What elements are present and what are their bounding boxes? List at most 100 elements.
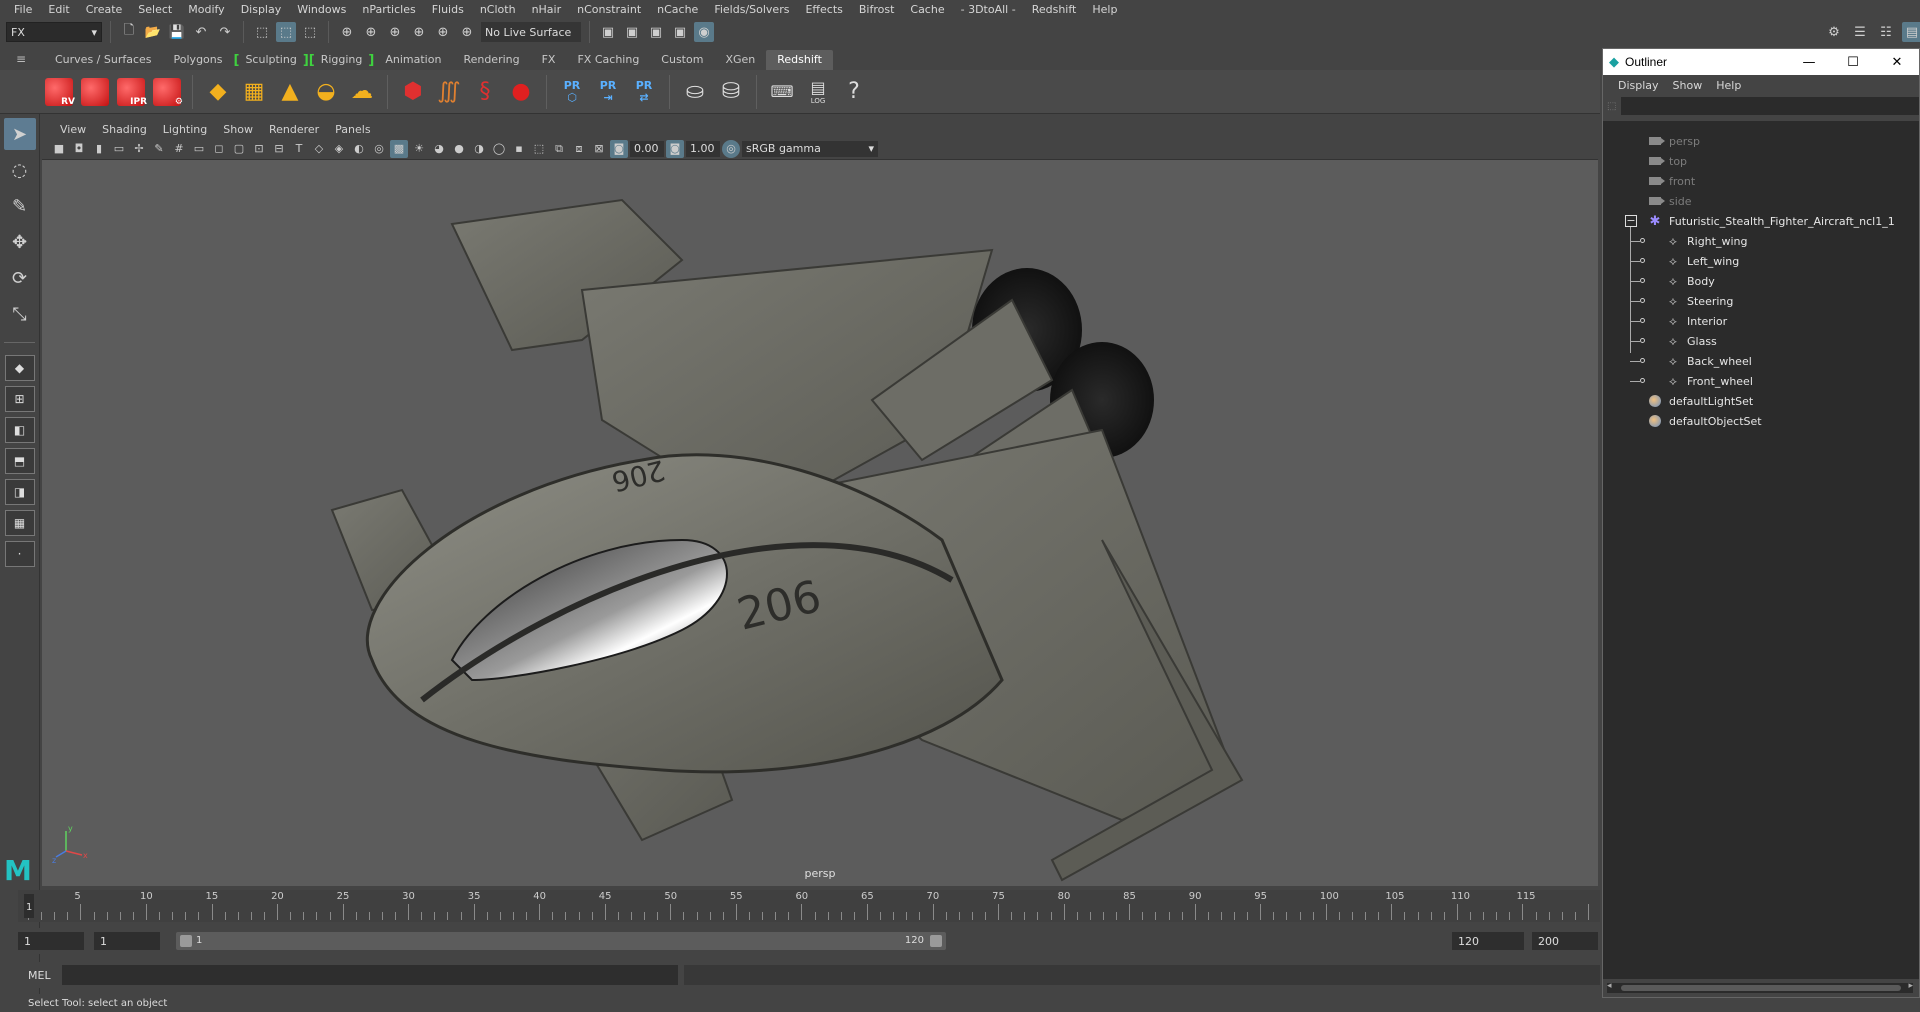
redshift-settings-icon[interactable]: ⚙ bbox=[152, 76, 183, 108]
close-icon[interactable]: ✕ bbox=[1875, 55, 1919, 70]
more-layouts-icon[interactable]: · bbox=[4, 541, 35, 567]
outliner-menu-display[interactable]: Display bbox=[1611, 79, 1666, 92]
outliner-item-camera[interactable]: persp bbox=[1647, 131, 1700, 151]
outliner-item-group[interactable]: ✱ Futuristic_Stealth_Fighter_Aircraft_ncl… bbox=[1647, 211, 1895, 231]
2d-pan-zoom-icon[interactable]: ✢ bbox=[130, 140, 148, 158]
snap-surface-icon[interactable]: ⊕ bbox=[433, 22, 453, 42]
menu-item[interactable]: Modify bbox=[180, 3, 232, 16]
script-language-label[interactable]: MEL bbox=[0, 969, 60, 982]
menu-item[interactable]: nConstraint bbox=[569, 3, 649, 16]
outliner-item-set[interactable]: defaultObjectSet bbox=[1647, 411, 1762, 431]
hypershade-icon[interactable]: ◉ bbox=[694, 22, 714, 42]
redshift-render-view-icon[interactable]: RV bbox=[44, 76, 75, 108]
area-light-icon[interactable]: ◆ bbox=[203, 76, 233, 108]
new-scene-icon[interactable]: 🗋 bbox=[119, 22, 139, 42]
shelf-tab[interactable]: XGen bbox=[714, 50, 766, 70]
camera-select-icon[interactable]: ■ bbox=[50, 140, 68, 158]
redshift-ipr-icon[interactable]: IPR bbox=[116, 76, 147, 108]
outliner-item-mesh[interactable]: ⟡ Interior bbox=[1665, 311, 1727, 331]
menu-item[interactable]: Cache bbox=[902, 3, 952, 16]
wireframe-icon[interactable]: ◇ bbox=[310, 140, 328, 158]
command-input[interactable] bbox=[62, 965, 678, 985]
animation-start-field[interactable]: 1 bbox=[18, 932, 84, 950]
tool-settings-icon[interactable]: ☷ bbox=[1876, 22, 1896, 42]
menu-item[interactable]: Fluids bbox=[424, 3, 472, 16]
scroll-right-icon[interactable]: ▸ bbox=[1908, 981, 1913, 991]
safe-title-icon[interactable]: T bbox=[290, 140, 308, 158]
shadows-icon[interactable]: ◕ bbox=[430, 140, 448, 158]
redshift-render-sequence-icon[interactable] bbox=[80, 76, 110, 108]
render-settings-icon[interactable]: ▣ bbox=[670, 22, 690, 42]
proxy-icon[interactable]: ⬢ bbox=[398, 76, 428, 108]
horizontal-scrollbar[interactable]: ◂ ▸ bbox=[1607, 981, 1913, 993]
dome-light-icon[interactable]: ◒ bbox=[311, 76, 341, 108]
menu-item[interactable]: nCache bbox=[649, 3, 706, 16]
gate-mask-icon[interactable]: ▢ bbox=[230, 140, 248, 158]
shelf-tab[interactable]: FX Caching bbox=[566, 50, 650, 70]
select-tool-icon[interactable]: ➤ bbox=[3, 118, 36, 150]
outliner-item-mesh[interactable]: ⟡ Left_wing bbox=[1665, 251, 1739, 271]
proxy-convert-icon[interactable]: PR ⇄ bbox=[629, 76, 659, 108]
shelf-tab[interactable]: Custom bbox=[650, 50, 714, 70]
field-chart-icon[interactable]: ⊡ bbox=[250, 140, 268, 158]
shelf-menu-icon[interactable]: ≡ bbox=[16, 52, 34, 66]
panel-menu-item[interactable]: Shading bbox=[94, 123, 155, 136]
proxy-export-icon[interactable]: PR ⬡ bbox=[557, 76, 587, 108]
scroll-left-icon[interactable]: ◂ bbox=[1607, 981, 1612, 991]
filter-icon[interactable]: ⬚ bbox=[1607, 101, 1617, 112]
outliner-item-mesh[interactable]: ⟡ Glass bbox=[1665, 331, 1717, 351]
xray-joints-icon[interactable]: ⧈ bbox=[570, 140, 588, 158]
render-sequence-icon[interactable]: ▣ bbox=[622, 22, 642, 42]
channel-box-icon[interactable]: ▤ bbox=[1902, 22, 1920, 42]
anti-aliasing-icon[interactable]: ◯ bbox=[490, 140, 508, 158]
panel-menu-item[interactable]: View bbox=[52, 123, 94, 136]
code-editor-icon[interactable]: ⌨ bbox=[767, 76, 797, 108]
snap-point-icon[interactable]: ⊕ bbox=[385, 22, 405, 42]
portal-light-icon[interactable]: ▦ bbox=[239, 76, 269, 108]
grid-icon[interactable]: # bbox=[170, 140, 188, 158]
persp-graph-layout-icon[interactable]: ⬒ bbox=[4, 448, 35, 474]
xray-components-icon[interactable]: ⊠ bbox=[590, 140, 608, 158]
menu-item[interactable]: Redshift bbox=[1024, 3, 1085, 16]
outliner-item-mesh[interactable]: ⟡ Steering bbox=[1665, 291, 1733, 311]
depth-of-field-icon[interactable]: ▪ bbox=[510, 140, 528, 158]
panel-menu-item[interactable]: Panels bbox=[327, 123, 378, 136]
use-all-lights-icon[interactable]: ☀ bbox=[410, 140, 428, 158]
camera-attributes-icon[interactable]: ◘ bbox=[70, 140, 88, 158]
menu-item[interactable]: Help bbox=[1084, 3, 1125, 16]
grease-pencil-icon[interactable]: ✎ bbox=[150, 140, 168, 158]
outliner-item-mesh[interactable]: ⟡ Body bbox=[1665, 271, 1715, 291]
isolate-select-icon[interactable]: ⬚ bbox=[530, 140, 548, 158]
gamma-toggle-icon[interactable]: ◙ bbox=[666, 139, 684, 158]
redo-icon[interactable]: ↷ bbox=[215, 22, 235, 42]
collapse-toggle[interactable]: − bbox=[1625, 215, 1637, 227]
log-icon[interactable]: ▤ LOG bbox=[803, 76, 833, 108]
outliner-search-input[interactable] bbox=[1620, 97, 1919, 115]
image-plane-icon[interactable]: ▭ bbox=[110, 140, 128, 158]
exposure-field[interactable]: 0.00 bbox=[630, 140, 664, 157]
range-end-handle[interactable] bbox=[930, 935, 942, 947]
shelf-tab-active[interactable]: Redshift bbox=[766, 50, 833, 70]
proxy-import-icon[interactable]: PR ⇥ bbox=[593, 76, 623, 108]
menu-item[interactable]: - 3DtoAll - bbox=[953, 3, 1024, 16]
menu-item[interactable]: Bifrost bbox=[851, 3, 903, 16]
motion-blur-icon[interactable]: ◑ bbox=[470, 140, 488, 158]
resolution-gate-icon[interactable]: ◻ bbox=[210, 140, 228, 158]
scrollbar-thumb[interactable] bbox=[1621, 985, 1901, 991]
outliner-item-set[interactable]: defaultLightSet bbox=[1647, 391, 1753, 411]
menu-item[interactable]: nCloth bbox=[472, 3, 524, 16]
exposure-toggle-icon[interactable]: ◙ bbox=[610, 139, 628, 158]
xray-icon[interactable]: ⧉ bbox=[550, 140, 568, 158]
outliner-item-camera[interactable]: side bbox=[1647, 191, 1692, 211]
select-by-object-icon[interactable]: ⬚ bbox=[276, 22, 296, 42]
menu-item[interactable]: Effects bbox=[797, 3, 850, 16]
render-frame-icon[interactable]: ▣ bbox=[598, 22, 618, 42]
help-icon[interactable]: ? bbox=[839, 76, 869, 108]
material-icon[interactable]: § bbox=[470, 76, 500, 108]
scale-tool-icon[interactable]: ⤡ bbox=[4, 298, 36, 330]
persp-outliner-layout-icon[interactable]: ◧ bbox=[4, 417, 35, 443]
paint-select-tool-icon[interactable]: ✎ bbox=[4, 190, 36, 222]
bookmark-icon[interactable]: ▮ bbox=[90, 140, 108, 158]
snap-view-icon[interactable]: ⊕ bbox=[409, 22, 429, 42]
time-slider[interactable]: 1510152025303540455055606570758085909510… bbox=[18, 890, 1600, 922]
